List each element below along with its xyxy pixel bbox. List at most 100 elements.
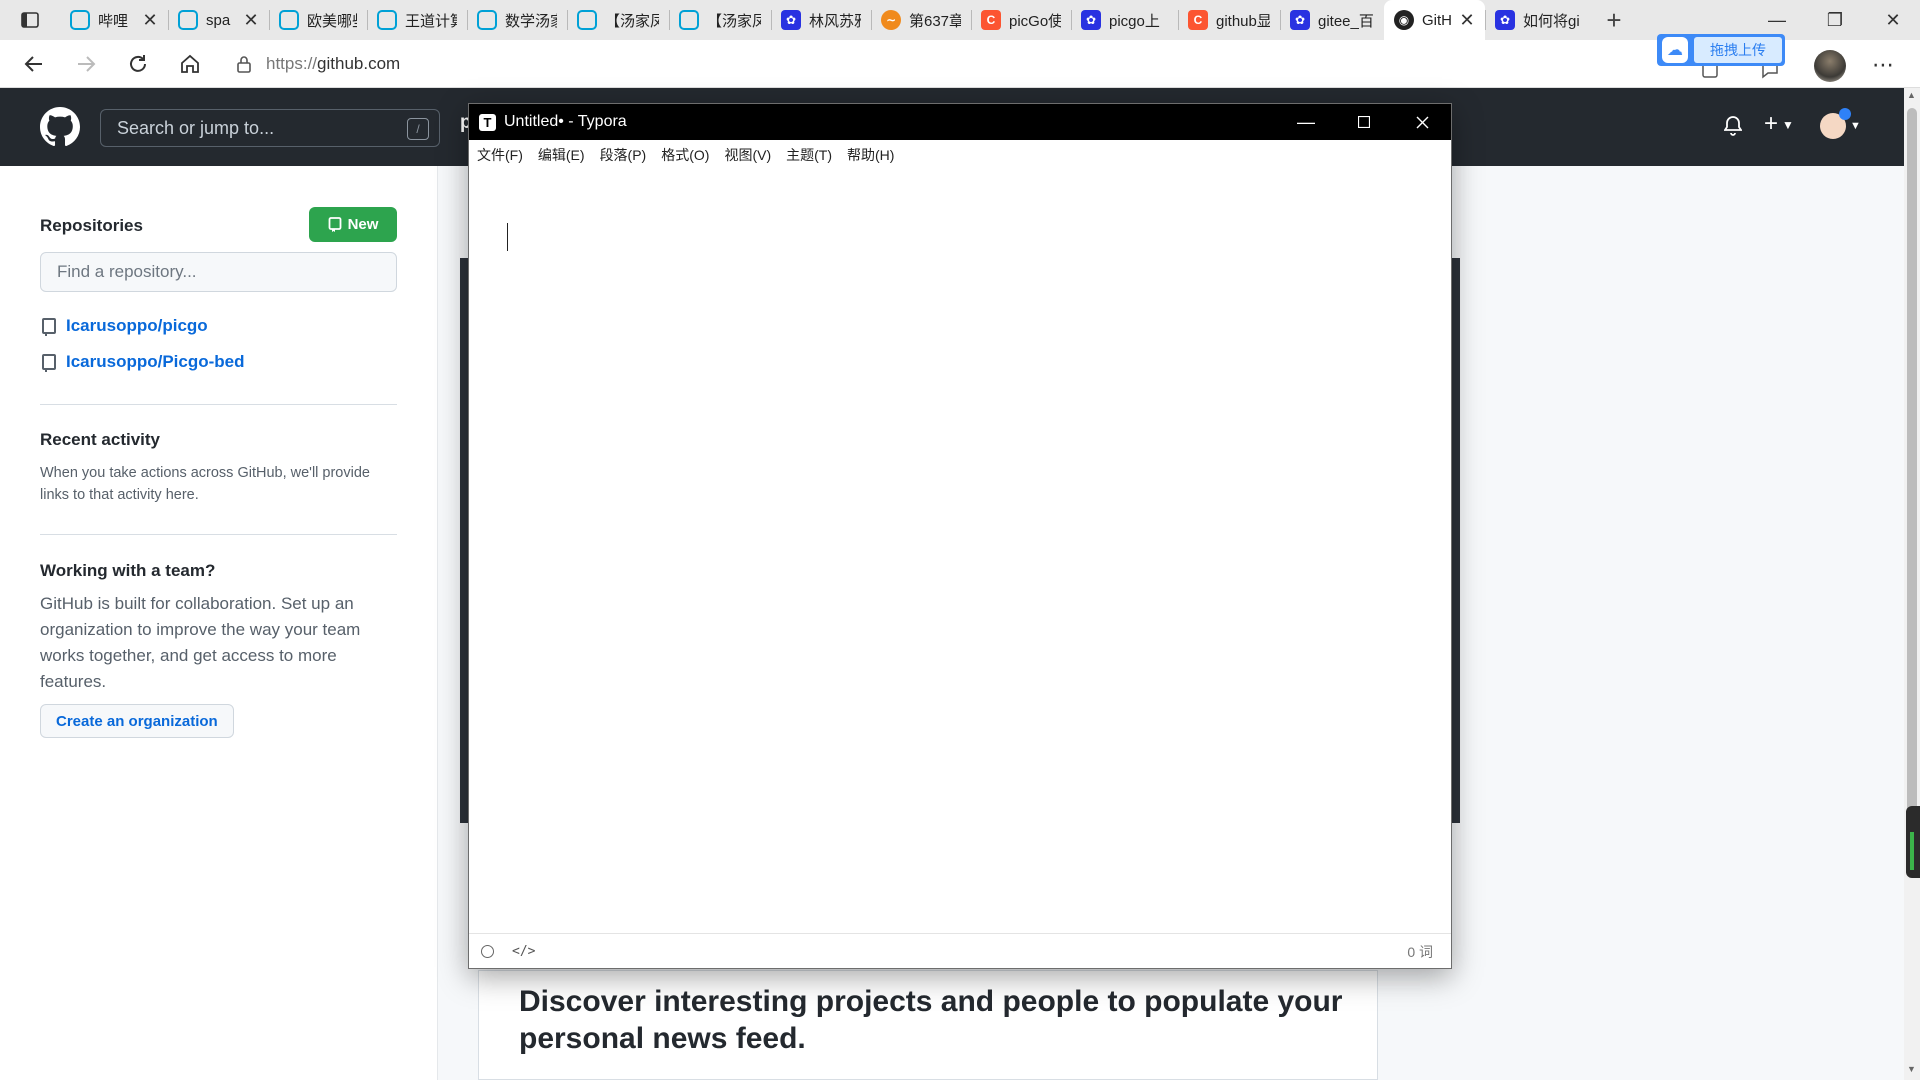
tab-list: 哔哩 ✕ spa ✕ 欧美哪些 王道计算 数学汤家 【汤家凤 【汤家凤 ✿ 林风苏雅 ∼ 第637章 Cp… [60,0,1592,40]
new-tab-button[interactable]: + [1592,0,1636,40]
sidebar-toggle-icon[interactable] [481,945,494,958]
scrollbar-thumb[interactable] [1907,108,1917,848]
browser-tab[interactable]: 哔哩 ✕ [60,0,168,40]
tab-label: github显 [1216,12,1270,30]
create-organization-button[interactable]: Create an organization [40,704,234,738]
new-button-label: New [347,216,379,233]
bilibili-icon [178,10,198,30]
typora-titlebar[interactable]: T Untitled• - Typora — [469,104,1451,140]
typora-menu-item[interactable]: 段落(P) [600,145,647,165]
typora-status-bar: </> 0 词 [469,933,1451,969]
back-button[interactable] [8,40,60,88]
home-button[interactable] [164,40,216,88]
browser-tab[interactable]: 欧美哪些 [269,0,367,40]
url-scheme: https:// [266,54,318,73]
bilibili-icon [70,10,90,30]
page-scrollbar[interactable]: ▲ ▼ [1904,88,1920,1080]
address-field[interactable]: https://github.com [236,49,1636,79]
typora-menu-item[interactable]: 帮助(H) [847,145,894,165]
typora-menu-item[interactable]: 视图(V) [724,145,771,165]
tab-actions-menu-button[interactable] [0,0,60,40]
tab-label: 哔哩 [98,12,129,30]
tab-label: 【汤家凤 [707,12,761,30]
picgo-upload-widget[interactable]: ☁ 拖拽上传 [1657,34,1785,66]
browser-tab[interactable]: spa ✕ [168,0,269,40]
qidian-icon: ∼ [881,10,901,30]
browser-tab[interactable]: Cgithub显 [1178,0,1280,40]
create-new-dropdown[interactable]: + ▼ [1764,110,1794,138]
close-tab-icon[interactable]: ✕ [142,10,158,31]
tab-label: 如何将gi [1523,12,1580,30]
word-count[interactable]: 0 词 [1407,942,1433,962]
find-repo-input[interactable]: Find a repository... [40,252,397,292]
recent-activity-heading: Recent activity [40,430,160,449]
tab-label: 【汤家凤 [605,12,659,30]
browser-tab[interactable]: 王道计算 [367,0,467,40]
bilibili-icon [577,10,597,30]
repo-name-link[interactable]: Icarusoppo/picgo [66,316,208,336]
bilibili-icon [679,10,699,30]
text-cursor [507,223,508,251]
chevron-down-icon: ▼ [1782,117,1794,132]
github-logo-icon[interactable] [40,107,80,152]
browser-tab[interactable]: 【汤家凤 [669,0,771,40]
browser-more-icon[interactable]: ⋯ [1872,52,1895,78]
new-repo-button[interactable]: New [309,207,397,242]
source-code-mode-icon[interactable]: </> [512,944,535,959]
repo-list-item[interactable]: Icarusoppo/picgo [42,316,245,336]
typora-close-button[interactable] [1393,104,1451,140]
discover-heading: Discover interesting projects and people… [519,985,1343,1055]
close-icon [1416,116,1428,128]
browser-tab[interactable]: ∼ 第637章 [871,0,971,40]
forward-arrow-icon [78,55,96,72]
lock-icon [237,56,251,73]
typora-window: T Untitled• - Typora — 文件(F) 编辑(E) 段落(P) 格式… [468,103,1452,969]
browser-tab[interactable]: ◉ GitH ✕ [1384,0,1485,40]
scroll-down-arrow-icon[interactable]: ▼ [1907,1064,1916,1074]
bilibili-icon [477,10,497,30]
typora-menu-item[interactable]: 主题(T) [786,145,832,165]
baidu-icon: ✿ [781,10,801,30]
refresh-button[interactable] [112,40,164,88]
search-placeholder: Search or jump to... [117,117,275,138]
github-search-input[interactable]: Search or jump to... / [100,109,440,147]
browser-tab[interactable]: 【汤家凤 [567,0,669,40]
typora-menu-item[interactable]: 格式(O) [661,145,709,165]
browser-close-button[interactable]: ✕ [1864,0,1920,40]
side-floating-widget[interactable] [1906,806,1920,878]
home-icon [181,54,199,73]
upload-widget-label: 拖拽上传 [1694,37,1782,63]
url-host: github.com [317,54,401,73]
typora-minimize-button[interactable]: — [1277,104,1335,140]
close-tab-icon[interactable]: ✕ [1459,10,1475,31]
browser-restore-button[interactable]: ❐ [1806,0,1864,40]
browser-tab-strip: 哔哩 ✕ spa ✕ 欧美哪些 王道计算 数学汤家 【汤家凤 【汤家凤 ✿ 林风苏雅 ∼ 第637章 Cp… [0,0,1920,40]
user-avatar[interactable] [1820,108,1851,139]
baidu-icon: ✿ [1290,10,1310,30]
browser-tab[interactable]: ✿ 如何将gi [1485,0,1592,40]
browser-tab[interactable]: 数学汤家 [467,0,567,40]
tab-label: 欧美哪些 [307,12,357,30]
repositories-heading: Repositories [40,216,143,235]
typora-menu-item[interactable]: 文件(F) [477,145,523,165]
browser-tab[interactable]: CpicGo使 [971,0,1071,40]
tab-label: 林风苏雅 [809,12,861,30]
typora-editor-area[interactable] [469,170,1451,932]
browser-tab[interactable]: ✿ gitee_百 [1280,0,1384,40]
close-tab-icon[interactable]: ✕ [243,10,259,31]
browser-tab[interactable]: ✿ picgo上 [1071,0,1178,40]
typora-menu-item[interactable]: 编辑(E) [538,145,585,165]
repo-name-link[interactable]: Icarusoppo/Picgo-bed [66,352,245,372]
tab-label: 第637章 [909,12,961,30]
browser-tab[interactable]: ✿ 林风苏雅 [771,0,871,40]
repo-list-item[interactable]: Icarusoppo/Picgo-bed [42,352,245,372]
csdn-icon: C [981,10,1001,30]
notifications-bell-icon[interactable] [1723,116,1743,141]
forward-button[interactable] [60,40,112,88]
typora-maximize-button[interactable] [1335,104,1393,140]
browser-profile-avatar[interactable] [1814,50,1846,82]
tab-label: picgo上 [1109,12,1160,30]
avatar-chevron-down-icon[interactable]: ▼ [1850,120,1861,132]
scroll-up-arrow-icon[interactable]: ▲ [1907,90,1916,100]
tab-actions-icon [21,12,39,28]
